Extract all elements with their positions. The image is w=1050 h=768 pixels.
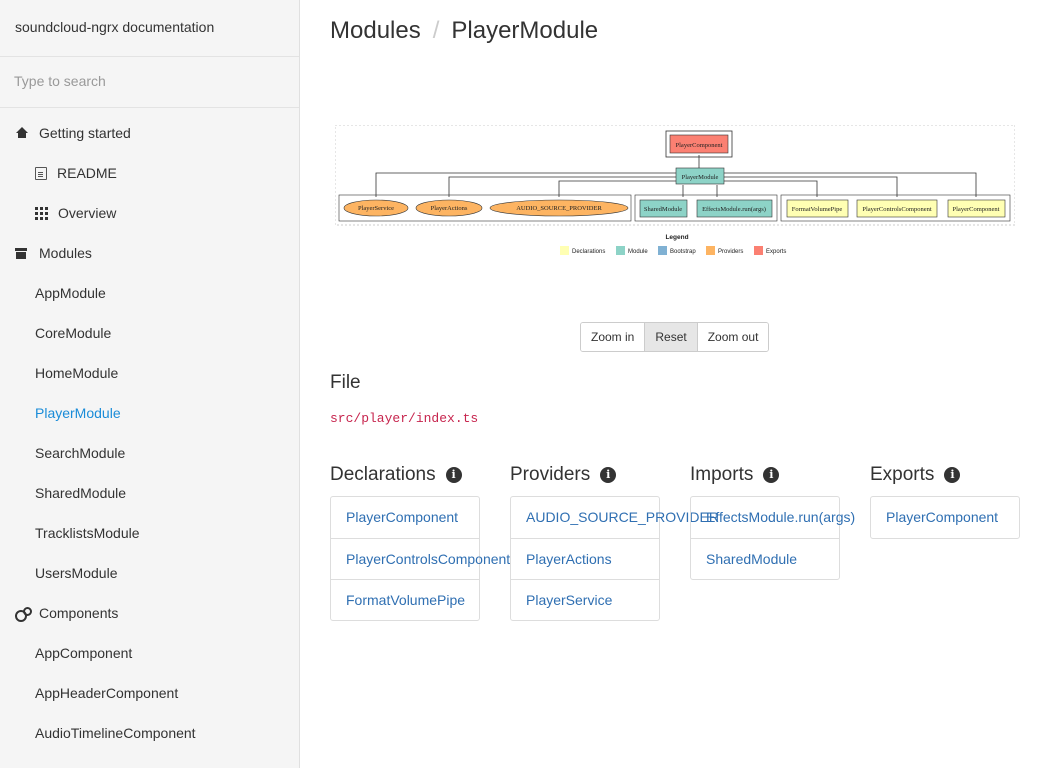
providers-list: AUDIO_SOURCE_PROVIDER PlayerActions Play… <box>510 496 719 621</box>
zoom-controls: Zoom in Reset Zoom out <box>580 322 770 352</box>
node-declaration-1-label: PlayerControlsComponent <box>862 206 932 213</box>
breadcrumb-current: PlayerModule <box>451 17 599 44</box>
node-import-1-label: EffectsModule.run(args) <box>702 206 766 213</box>
list-item[interactable]: FormatVolumePipe <box>331 579 479 620</box>
sidebar-item-audiotimelinecomponent[interactable]: AudioTimelineComponent <box>0 713 299 753</box>
info-icon[interactable]: i <box>763 467 780 483</box>
imports-heading: Imports i <box>690 462 840 488</box>
list-item[interactable]: EffectsModule.run(args) <box>691 497 855 538</box>
legend-label-providers: Providers <box>718 249 743 255</box>
legend-swatch-exports <box>754 246 763 255</box>
sidebar: soundcloud-ngrx documentation Getting st… <box>0 0 300 768</box>
search-box <box>0 57 299 108</box>
legend-swatch-declarations <box>560 246 569 255</box>
reset-zoom-button[interactable]: Reset <box>644 323 697 351</box>
sidebar-item-coremodule[interactable]: CoreModule <box>0 313 299 353</box>
breadcrumb: Modules / PlayerModule <box>330 17 598 45</box>
file-text-icon <box>35 166 47 180</box>
archive-icon <box>15 247 27 259</box>
dependency-graph[interactable]: PlayerComponent PlayerModule PlayerServi… <box>335 125 1015 265</box>
file-path: src/player/index.ts <box>330 411 479 426</box>
sidebar-item-appcomponent[interactable]: AppComponent <box>0 633 299 673</box>
zoom-out-button[interactable]: Zoom out <box>696 323 769 351</box>
home-icon <box>15 127 28 139</box>
list-item[interactable]: PlayerComponent <box>331 497 479 538</box>
declarations-section: Declarations i PlayerComponent PlayerCont… <box>330 462 510 621</box>
section-title: Imports <box>690 464 754 485</box>
legend-swatch-bootstrap <box>658 246 667 255</box>
menu-label: Getting started <box>39 125 131 141</box>
node-root-label: PlayerComponent <box>676 142 723 149</box>
breadcrumb-separator: / <box>432 17 440 44</box>
declarations-list: PlayerComponent PlayerControlsComponent … <box>330 496 510 621</box>
info-icon[interactable]: i <box>600 467 617 483</box>
providers-heading: Providers i <box>510 462 660 488</box>
legend-swatch-module <box>616 246 625 255</box>
menu-label: Modules <box>39 245 92 261</box>
providers-section: Providers i AUDIO_SOURCE_PROVIDER PlayerA… <box>510 462 719 621</box>
legend-label-declarations: Declarations <box>572 249 605 255</box>
grid-icon <box>35 206 48 220</box>
sidebar-item-playermodule[interactable]: PlayerModule <box>0 393 299 433</box>
section-title: Declarations <box>330 464 436 485</box>
menu-overview[interactable]: Overview <box>0 193 299 233</box>
project-title[interactable]: soundcloud-ngrx documentation <box>0 0 299 57</box>
imports-section: Imports i EffectsModule.run(args) SharedM… <box>690 462 855 580</box>
list-item[interactable]: PlayerControlsComponent <box>331 538 510 579</box>
legend-title: Legend <box>665 234 688 241</box>
node-provider-1-label: PlayerActions <box>431 205 468 212</box>
sidebar-item-appheadercomponent[interactable]: AppHeaderComponent <box>0 673 299 713</box>
zoom-in-button[interactable]: Zoom in <box>581 323 645 351</box>
section-title: Providers <box>510 464 591 485</box>
menu-getting-started[interactable]: Getting started <box>0 113 299 153</box>
list-item[interactable]: PlayerComponent <box>871 497 1019 538</box>
cogs-icon <box>15 607 32 622</box>
menu-label: Components <box>39 605 119 621</box>
sidebar-item-searchmodule[interactable]: SearchModule <box>0 433 299 473</box>
file-heading: File <box>330 372 361 393</box>
sidebar-item-contentheadercomponent[interactable]: ContentHeaderComponent <box>0 753 299 768</box>
search-input[interactable] <box>14 73 284 89</box>
menu-readme[interactable]: README <box>0 153 299 193</box>
sidebar-menu: Getting started README Overview Modules … <box>0 108 299 768</box>
node-import-0-label: SharedModule <box>644 206 682 213</box>
node-declaration-0-label: FormatVolumePipe <box>792 206 843 213</box>
menu-components[interactable]: Components <box>0 593 299 633</box>
legend-label-module: Module <box>628 249 648 255</box>
declarations-heading: Declarations i <box>330 462 480 488</box>
list-item[interactable]: PlayerActions <box>511 538 659 579</box>
list-item[interactable]: SharedModule <box>691 538 839 579</box>
node-provider-0-label: PlayerService <box>358 205 394 212</box>
list-item[interactable]: PlayerService <box>511 579 659 620</box>
legend-label-exports: Exports <box>766 249 786 255</box>
legend: Declarations Module Bootstrap Providers … <box>560 246 786 255</box>
legend-swatch-providers <box>706 246 715 255</box>
legend-label-bootstrap: Bootstrap <box>670 249 696 255</box>
sidebar-item-sharedmodule[interactable]: SharedModule <box>0 473 299 513</box>
exports-heading: Exports i <box>870 462 1020 488</box>
menu-label: README <box>57 165 117 181</box>
node-declaration-2-label: PlayerComponent <box>953 206 1000 213</box>
info-icon[interactable]: i <box>445 467 462 483</box>
node-module-label: PlayerModule <box>682 174 719 181</box>
info-icon[interactable]: i <box>944 467 961 483</box>
breadcrumb-modules[interactable]: Modules <box>330 17 421 44</box>
exports-section: Exports i PlayerComponent <box>870 462 1020 539</box>
sidebar-item-usersmodule[interactable]: UsersModule <box>0 553 299 593</box>
menu-modules[interactable]: Modules <box>0 233 299 273</box>
sidebar-item-appmodule[interactable]: AppModule <box>0 273 299 313</box>
menu-label: Overview <box>58 205 117 221</box>
exports-list: PlayerComponent <box>870 496 1020 539</box>
section-title: Exports <box>870 464 935 485</box>
sidebar-item-homemodule[interactable]: HomeModule <box>0 353 299 393</box>
sidebar-item-tracklistsmodule[interactable]: TracklistsModule <box>0 513 299 553</box>
imports-list: EffectsModule.run(args) SharedModule <box>690 496 855 580</box>
node-provider-2-label: AUDIO_SOURCE_PROVIDER <box>516 205 602 212</box>
list-item[interactable]: AUDIO_SOURCE_PROVIDER <box>511 497 719 538</box>
